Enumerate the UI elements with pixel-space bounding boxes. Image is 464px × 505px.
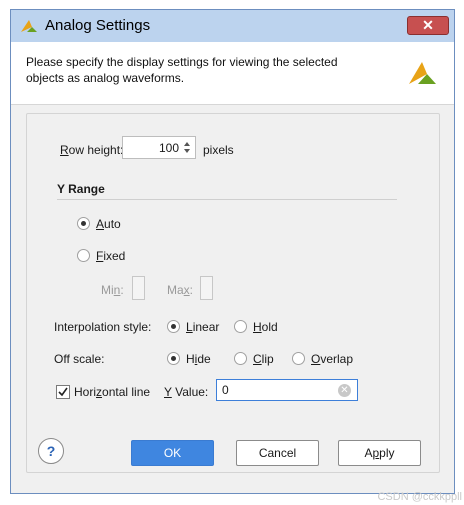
interpolation-linear-label[interactable]: Linear	[186, 320, 219, 334]
max-label: Max:	[167, 283, 194, 297]
off-scale-hide-label[interactable]: Hide	[186, 352, 211, 366]
title-bar[interactable]: Analog Settings ✕	[11, 10, 454, 42]
vivado-logo-icon	[21, 20, 37, 32]
interpolation-hold-radio[interactable]	[234, 320, 247, 333]
window-title: Analog Settings	[45, 17, 151, 34]
row-height-spinner[interactable]: 100	[122, 136, 196, 159]
off-scale-clip-label[interactable]: Clip	[253, 352, 274, 366]
row-height-value: 100	[158, 141, 179, 155]
y-value-label: Y Value:	[164, 385, 209, 399]
y-range-fixed-label[interactable]: Fixed	[96, 249, 125, 263]
horizontal-line-checkbox[interactable]	[56, 385, 70, 399]
pixels-unit-label: pixels	[203, 143, 234, 157]
ok-button[interactable]: OK	[131, 440, 214, 466]
help-button[interactable]: ?	[38, 438, 64, 464]
y-range-auto-label[interactable]: Auto	[96, 217, 121, 231]
spinner-arrows-icon[interactable]	[182, 139, 192, 156]
interpolation-hold-label[interactable]: Hold	[253, 320, 278, 334]
off-scale-label: Off scale:	[54, 352, 105, 366]
off-scale-overlap-radio[interactable]	[292, 352, 305, 365]
min-input[interactable]	[132, 276, 145, 300]
watermark-text: CSDN @cckkppll	[377, 491, 462, 503]
y-value-input[interactable]: 0 ✕	[216, 379, 358, 401]
settings-frame	[26, 113, 440, 473]
close-button[interactable]: ✕	[407, 16, 449, 35]
interpolation-label: Interpolation style:	[54, 320, 152, 334]
header-description: Please specify the display settings for …	[26, 55, 338, 85]
cancel-button[interactable]: Cancel	[236, 440, 319, 466]
y-range-heading: Y Range	[57, 182, 105, 196]
checkmark-icon	[58, 387, 68, 397]
apply-button[interactable]: Apply	[338, 440, 421, 466]
y-range-auto-radio[interactable]	[77, 217, 90, 230]
y-range-separator	[57, 199, 397, 200]
row-height-label: Row height:	[60, 143, 124, 157]
y-range-fixed-radio[interactable]	[77, 249, 90, 262]
vivado-logo-icon	[409, 62, 436, 84]
interpolation-linear-radio[interactable]	[167, 320, 180, 333]
clear-icon[interactable]: ✕	[338, 384, 351, 397]
max-input[interactable]	[200, 276, 213, 300]
y-value-text: 0	[222, 383, 229, 397]
off-scale-hide-radio[interactable]	[167, 352, 180, 365]
min-label: Min:	[101, 283, 124, 297]
horizontal-line-label[interactable]: Horizontal line	[74, 385, 150, 399]
off-scale-overlap-label[interactable]: Overlap	[311, 352, 353, 366]
dialog-header: Please specify the display settings for …	[11, 42, 454, 105]
off-scale-clip-radio[interactable]	[234, 352, 247, 365]
